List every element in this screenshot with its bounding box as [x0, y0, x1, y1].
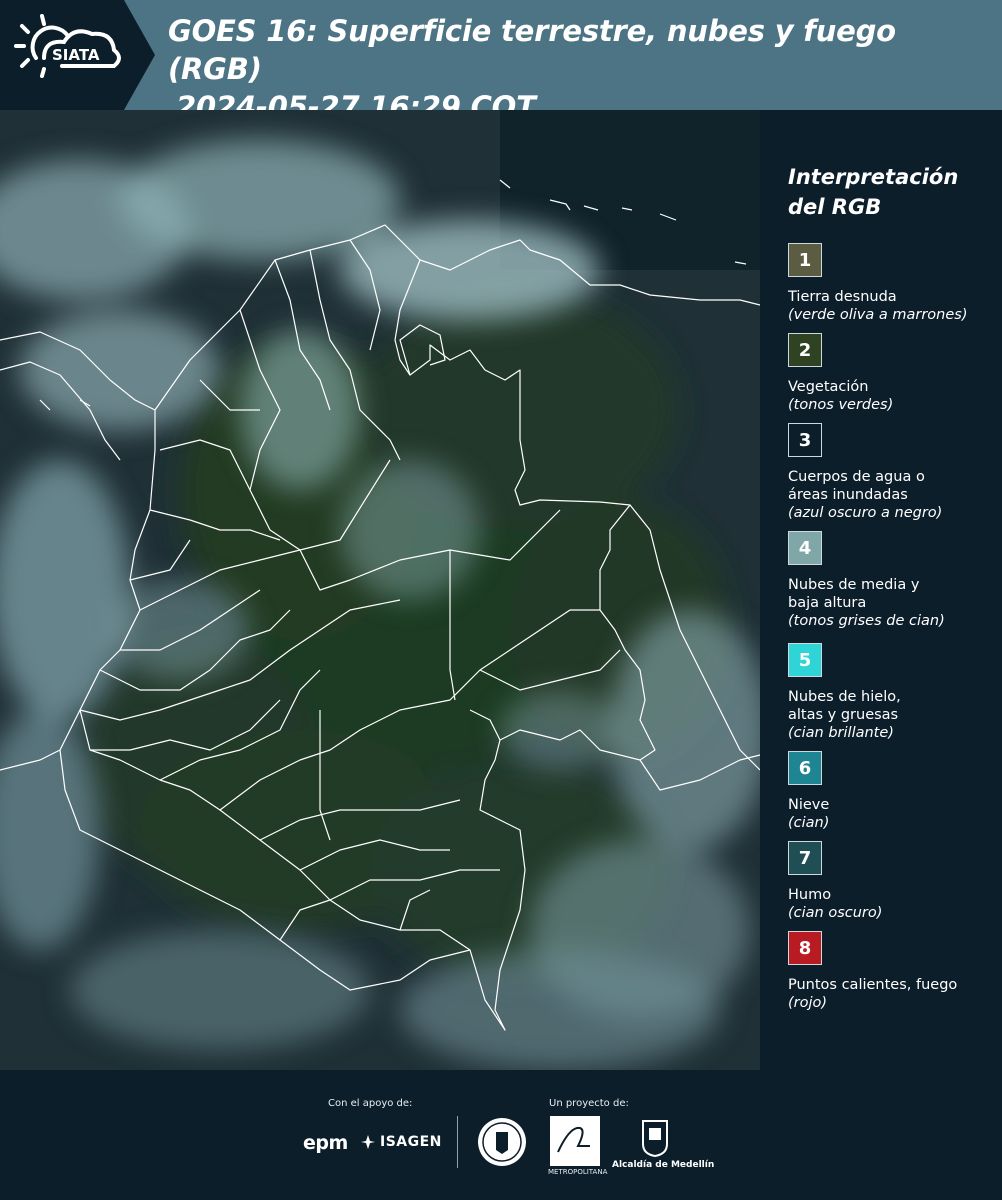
- legend-sub-4: (tonos grises de cian): [788, 613, 945, 629]
- legend-label-3: Cuerpos de agua o áreas inundadas: [788, 469, 925, 503]
- page-title: GOES 16: Superficie terrestre, nubes y f…: [168, 12, 998, 126]
- epm-logo: epm: [303, 1132, 348, 1154]
- legend-sub-6: (cian): [788, 815, 830, 831]
- legend-item-smoke: 7 Humo (cian oscuro): [788, 841, 998, 922]
- map-canvas: [0, 110, 760, 1070]
- medellin-crest-icon: [642, 1120, 668, 1158]
- area-metropolitana-logo: [550, 1116, 600, 1166]
- legend-label-5: Nubes de hielo, altas y gruesas: [788, 689, 901, 723]
- legend-item-water: 3 Cuerpos de agua o áreas inundadas (azu…: [788, 423, 998, 522]
- project-label: Un proyecto de:: [549, 1098, 629, 1109]
- siata-logo: SIATA: [0, 0, 155, 110]
- legend-panel: Interpretación del RGB 1 Tierra desnuda …: [760, 110, 1002, 1070]
- legend-title: Interpretación del RGB: [788, 165, 959, 219]
- legend-sub-2: (tonos verdes): [788, 397, 894, 413]
- legend-sub-3: (azul oscuro a negro): [788, 505, 943, 521]
- isagen-logo: ISAGEN: [380, 1134, 442, 1150]
- satellite-map[interactable]: [0, 110, 760, 1070]
- legend-swatch-1: 1: [788, 243, 822, 277]
- legend-sub-5: (cian brillante): [788, 725, 894, 741]
- header: SIATA GOES 16: Superficie terrestre, nub…: [0, 0, 1002, 124]
- legend-swatch-3: 3: [788, 423, 822, 457]
- legend-item-ice-clouds: 5 Nubes de hielo, altas y gruesas (cian …: [788, 643, 998, 742]
- legend-label-6: Nieve: [788, 797, 830, 813]
- isagen-icon: [361, 1135, 375, 1149]
- legend-item-bare-soil: 1 Tierra desnuda (verde oliva a marrones…: [788, 243, 998, 324]
- legend-label-4: Nubes de media y baja altura: [788, 577, 920, 611]
- legend-item-fire: 8 Puntos calientes, fuego (rojo): [788, 931, 998, 1012]
- legend-swatch-2: 2: [788, 333, 822, 367]
- legend-item-mid-low-clouds: 4 Nubes de media y baja altura (tonos gr…: [788, 531, 998, 630]
- legend-label-2: Vegetación: [788, 379, 869, 395]
- footer-divider: [457, 1116, 458, 1168]
- logo-text: SIATA: [52, 46, 100, 64]
- legend-swatch-6: 6: [788, 751, 822, 785]
- legend-sub-8: (rojo): [788, 995, 828, 1011]
- support-label: Con el apoyo de:: [328, 1098, 413, 1109]
- title-line-1: GOES 16: Superficie terrestre, nubes y f…: [168, 14, 896, 86]
- legend-item-snow: 6 Nieve (cian): [788, 751, 998, 832]
- area-metropolitana-text: METROPOLITANA: [548, 1168, 608, 1176]
- legend-label-8: Puntos calientes, fuego: [788, 977, 958, 993]
- area-metropolitana-icon: [557, 1126, 590, 1153]
- legend-label-1: Tierra desnuda: [788, 289, 897, 305]
- legend-item-vegetation: 2 Vegetación (tonos verdes): [788, 333, 998, 414]
- legend-swatch-7: 7: [788, 841, 822, 875]
- medellin-text: Alcaldía de Medellín: [612, 1160, 715, 1170]
- legend-swatch-4: 4: [788, 531, 822, 565]
- legend-label-7: Humo: [788, 887, 832, 903]
- university-seal-icon: [478, 1118, 526, 1166]
- legend-swatch-5: 5: [788, 643, 822, 677]
- sun-cloud-icon: SIATA: [14, 14, 121, 78]
- legend-sub-1: (verde oliva a marrones): [788, 307, 968, 323]
- legend-sub-7: (cian oscuro): [788, 905, 883, 921]
- legend-swatch-8: 8: [788, 931, 822, 965]
- footer: Con el apoyo de: Un proyecto de: epm ISA…: [0, 1070, 1002, 1200]
